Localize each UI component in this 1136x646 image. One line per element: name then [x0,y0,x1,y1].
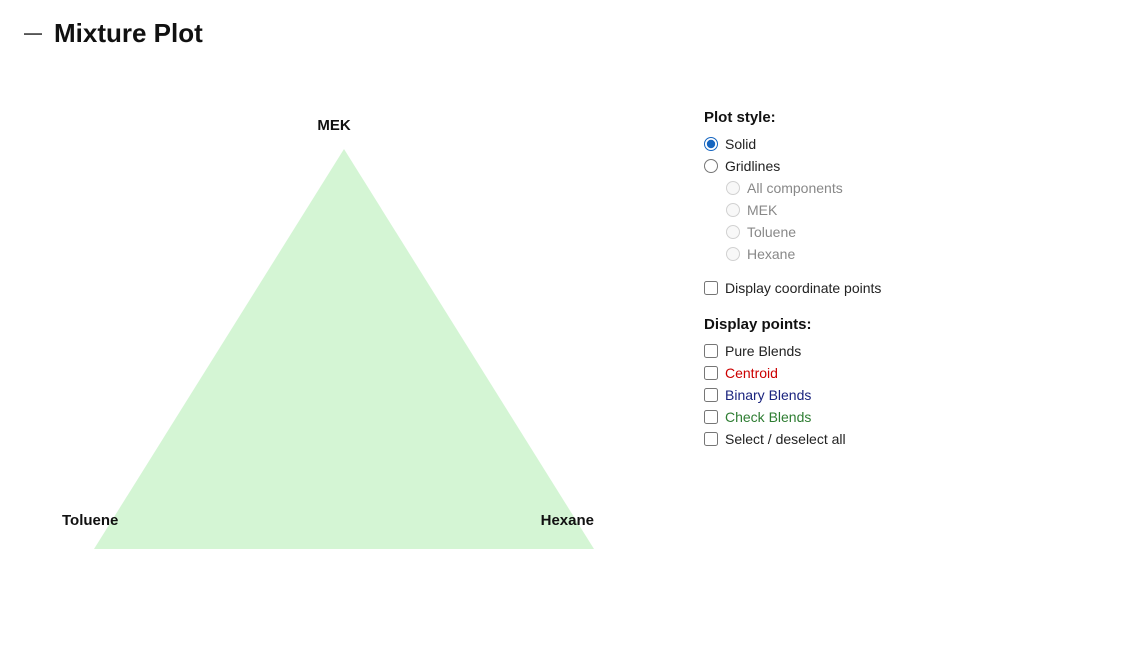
radio-hexane[interactable]: Hexane [726,246,1112,262]
checkbox-check-blends-input[interactable] [704,410,718,424]
checkbox-display-coord[interactable]: Display coordinate points [704,280,1112,296]
checkbox-select-deselect-input[interactable] [704,432,718,446]
radio-solid-input[interactable] [704,137,718,151]
radio-toluene-label: Toluene [747,224,796,240]
display-points-group: Pure Blends Centroid Binary Blends Check… [704,343,1112,447]
radio-hexane-label: Hexane [747,246,795,262]
checkbox-pure-blends[interactable]: Pure Blends [704,343,1112,359]
radio-hexane-input[interactable] [726,247,740,261]
triangle-svg [84,139,604,559]
radio-all-components-label: All components [747,180,843,196]
checkbox-display-coord-input[interactable] [704,281,718,295]
label-mek: MEK [317,117,350,134]
checkbox-centroid[interactable]: Centroid [704,365,1112,381]
page-title: Mixture Plot [54,18,203,49]
radio-gridlines-label: Gridlines [725,158,780,174]
display-points-section: Display points: Pure Blends Centroid Bin… [704,316,1112,447]
mixture-plot-area: MEK Toluene Hexane [24,59,664,579]
radio-all-components[interactable]: All components [726,180,1112,196]
radio-mek[interactable]: MEK [726,202,1112,218]
checkbox-binary-blends-input[interactable] [704,388,718,402]
checkbox-centroid-input[interactable] [704,366,718,380]
checkbox-pure-blends-input[interactable] [704,344,718,358]
page-header: — Mixture Plot [0,0,1136,59]
checkbox-select-deselect[interactable]: Select / deselect all [704,431,1112,447]
plot-style-title: Plot style: [704,109,1112,126]
radio-solid[interactable]: Solid [704,136,1112,152]
display-points-title: Display points: [704,316,1112,333]
radio-toluene-input[interactable] [726,225,740,239]
plot-style-radio-group: Solid Gridlines All components MEK Tolue… [704,136,1112,262]
checkbox-binary-blends[interactable]: Binary Blends [704,387,1112,403]
centroid-label: Centroid [725,365,778,381]
check-blends-label: Check Blends [725,409,811,425]
radio-gridlines-input[interactable] [704,159,718,173]
radio-solid-label: Solid [725,136,756,152]
header-dash: — [24,23,42,44]
radio-all-components-input[interactable] [726,181,740,195]
radio-mek-input[interactable] [726,203,740,217]
label-toluene: Toluene [62,512,118,529]
radio-toluene[interactable]: Toluene [726,224,1112,240]
label-hexane: Hexane [541,512,594,529]
controls-panel: Plot style: Solid Gridlines All componen… [704,59,1112,465]
checkbox-check-blends[interactable]: Check Blends [704,409,1112,425]
pure-blends-label: Pure Blends [725,343,801,359]
binary-blends-label: Binary Blends [725,387,811,403]
display-coord-label: Display coordinate points [725,280,881,296]
main-content: MEK Toluene Hexane Plot style: Solid Gri… [0,59,1136,579]
radio-gridlines[interactable]: Gridlines [704,158,1112,174]
select-deselect-label: Select / deselect all [725,431,846,447]
radio-mek-label: MEK [747,202,777,218]
